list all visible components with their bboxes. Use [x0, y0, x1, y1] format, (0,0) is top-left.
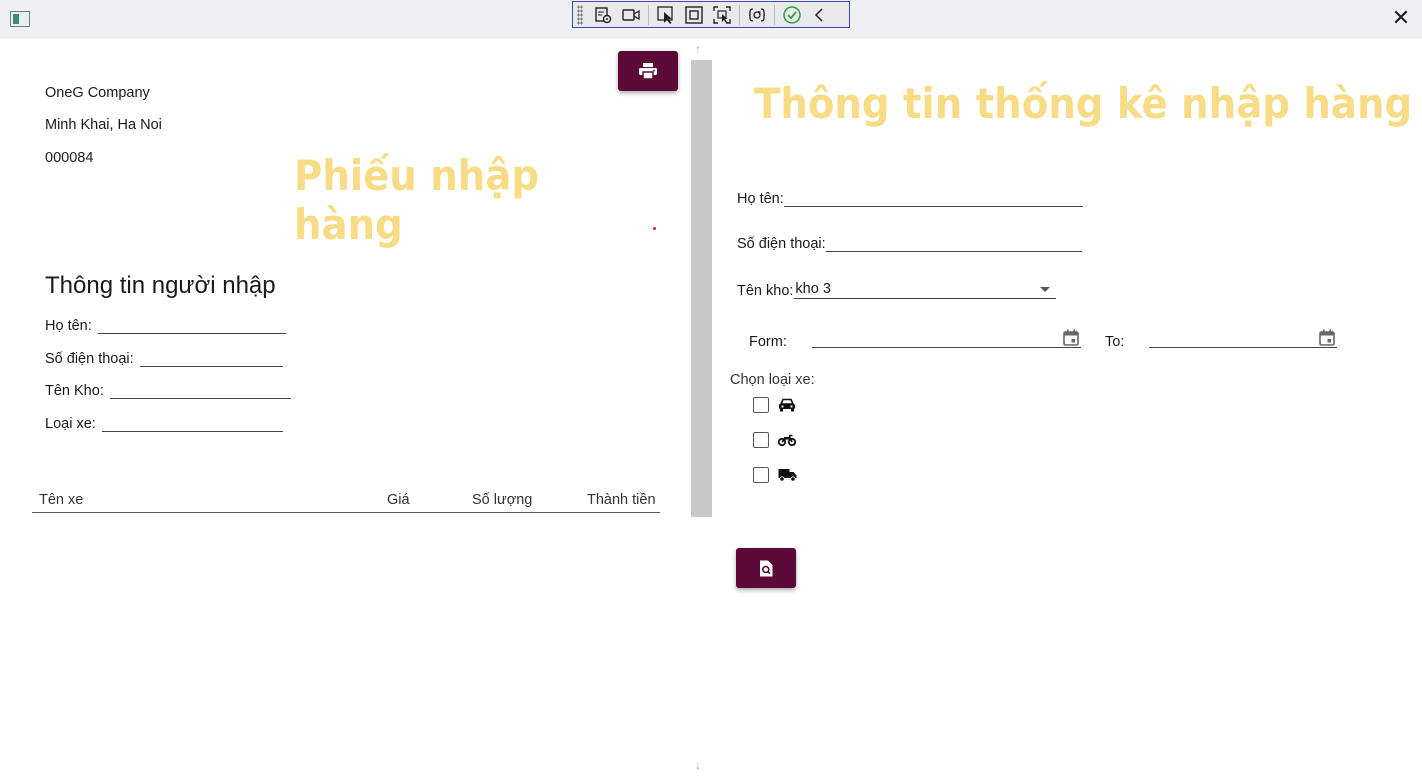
filter-name-input[interactable] [783, 191, 1083, 207]
vehicle-type-car-option[interactable] [753, 397, 796, 413]
debug-toolbar [572, 1, 850, 28]
importer-phone-row: Số điện thoại: [45, 351, 283, 367]
company-address: Minh Khai, Ha Noi [45, 117, 162, 133]
importer-vehicle-label: Loại xe: [45, 416, 96, 432]
filter-warehouse-label: Tên kho: [737, 283, 794, 299]
importer-warehouse-label: Tên Kho: [45, 383, 104, 399]
truck-checkbox[interactable] [753, 467, 769, 483]
importer-name-row: Họ tên: [45, 318, 286, 334]
from-date-label: Form: [749, 334, 787, 350]
column-header-price: Giá [387, 492, 410, 508]
to-date-picker[interactable] [1149, 328, 1337, 348]
importer-vehicle-value [101, 418, 283, 432]
check-status-icon[interactable] [778, 3, 806, 27]
video-icon[interactable] [617, 3, 645, 27]
importer-name-label: Họ tên: [45, 318, 92, 334]
toolbar-grip-handle[interactable] [577, 4, 583, 25]
to-date-label: To: [1105, 334, 1125, 350]
filter-phone-input[interactable] [825, 236, 1082, 252]
scroll-thumb[interactable] [691, 60, 712, 517]
toolbar-separator [648, 4, 649, 25]
receipt-code: 000084 [45, 150, 94, 166]
filter-name-label: Họ tên: [737, 191, 784, 207]
truck-icon [778, 468, 797, 482]
collapse-chevron-icon[interactable] [806, 3, 834, 27]
motorbike-checkbox[interactable] [753, 432, 769, 448]
car-icon [778, 398, 796, 412]
filter-phone-row: Số điện thoại: [737, 236, 1082, 252]
hot-reload-icon[interactable] [743, 3, 771, 27]
track-focus-icon[interactable] [708, 3, 736, 27]
filter-name-row: Họ tên: [737, 191, 1083, 207]
importer-warehouse-row: Tên Kho: [45, 383, 291, 399]
car-checkbox[interactable] [753, 397, 769, 413]
scroll-down-arrow-icon[interactable]: ↓ [695, 758, 701, 772]
app-window-icon [10, 11, 30, 27]
vehicle-type-label: Chọn loại xe: [730, 372, 815, 388]
column-header-quantity: Số lượng [472, 492, 533, 508]
toolbar-separator [774, 4, 775, 25]
dropdown-caret-icon[interactable] [1040, 287, 1051, 292]
scroll-up-arrow-icon[interactable]: ↑ [695, 42, 701, 56]
motorbike-icon [778, 434, 796, 446]
from-date-picker[interactable] [812, 328, 1081, 348]
items-table-header: Tên xe Giá Số lượng Thành tiền [32, 491, 660, 513]
company-name: OneG Company [45, 85, 150, 101]
importer-name-value [97, 320, 286, 334]
search-statistics-button[interactable] [736, 548, 796, 588]
importer-warehouse-value [109, 385, 291, 399]
calendar-icon[interactable] [1319, 329, 1335, 346]
decorative-dot [653, 227, 656, 230]
toolbar-separator [739, 4, 740, 25]
importer-phone-label: Số điện thoại: [45, 351, 134, 367]
filter-warehouse-row: Tên kho: kho 3 [737, 281, 1057, 299]
layout-bounds-icon[interactable] [680, 3, 708, 27]
close-window-button[interactable]: ✕ [1386, 4, 1416, 34]
column-header-name: Tên xe [39, 492, 84, 508]
print-icon [639, 63, 657, 79]
calendar-icon[interactable] [1063, 329, 1079, 346]
vehicle-type-motorbike-option[interactable] [753, 432, 796, 448]
select-element-icon[interactable] [589, 3, 617, 27]
print-button[interactable] [618, 51, 678, 91]
cursor-select-icon[interactable] [652, 3, 680, 27]
importer-info-heading: Thông tin người nhập [45, 272, 276, 299]
search-document-icon [760, 560, 773, 576]
warehouse-select[interactable]: kho 3 [794, 281, 1057, 299]
statistics-panel: Thông tin thống kê nhập hàng Họ tên: Số … [712, 39, 1422, 777]
importer-vehicle-row: Loại xe: [45, 416, 283, 432]
vertical-scrollbar[interactable]: ↑ ↓ [691, 39, 712, 777]
receipt-panel: OneG Company Minh Khai, Ha Noi 000084 Ph… [0, 39, 690, 777]
receipt-title: Phiếu nhập hàng [294, 151, 539, 249]
warehouse-selected-value: kho 3 [795, 281, 831, 297]
importer-phone-value [139, 353, 283, 367]
vehicle-type-truck-option[interactable] [753, 467, 797, 483]
statistics-title: Thông tin thống kê nhập hàng [754, 79, 1413, 128]
column-header-total: Thành tiền [587, 492, 656, 508]
filter-phone-label: Số điện thoại: [737, 236, 826, 252]
title-bar: ✕ [0, 0, 1422, 39]
